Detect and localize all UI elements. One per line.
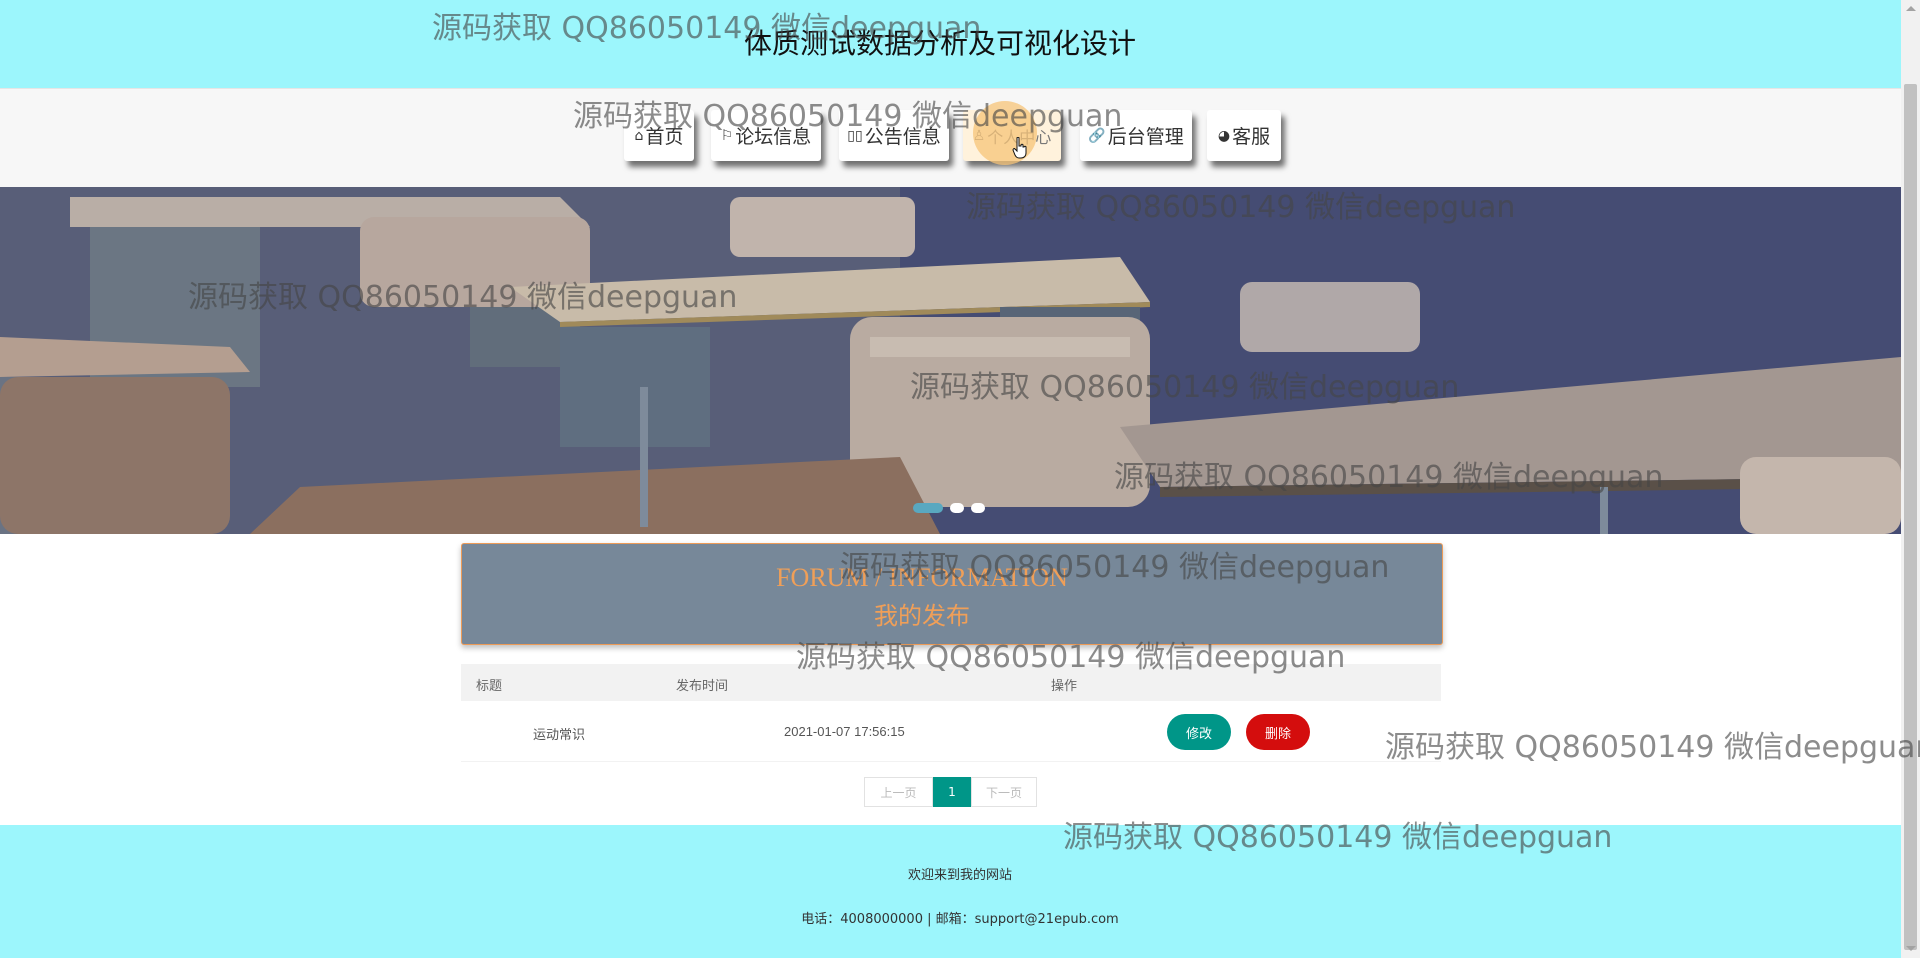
nav-service[interactable]: ◕ 客服 <box>1207 110 1281 161</box>
carousel-dot-1[interactable] <box>913 503 943 513</box>
column-actions: 操作 <box>1051 679 1078 694</box>
site-footer: 欢迎来到我的网站 电话：4008000000 | 邮箱：support@21ep… <box>0 825 1901 958</box>
row-publish-time: 2021-01-07 17:56:15 <box>784 724 905 739</box>
table-row: 运动常识 2021-01-07 17:56:15 修改 删除 <box>461 701 1441 762</box>
table-header: 标题 发布时间 操作 <box>461 664 1441 701</box>
nav-admin-label: 后台管理 <box>1107 126 1184 148</box>
delete-button[interactable]: 删除 <box>1246 714 1310 750</box>
site-title: 体质测试数据分析及可视化设计 <box>743 27 1136 60</box>
column-title: 标题 <box>476 679 503 694</box>
scrollbar-thumb[interactable] <box>1904 84 1917 950</box>
section-title-en: FORUM / INFORMATION <box>776 563 1068 592</box>
watermark-text: 源码获取 QQ86050149 微信deepguan <box>1385 730 1920 765</box>
site-header: 体质测试数据分析及可视化设计 <box>0 0 1901 88</box>
footer-welcome: 欢迎来到我的网站 <box>907 868 1012 883</box>
my-posts-table: 标题 发布时间 操作 运动常识 2021-01-07 17:56:15 修改 删… <box>461 664 1441 762</box>
row-title[interactable]: 运动常识 <box>533 724 585 743</box>
nav-forum-label: 论坛信息 <box>735 126 812 148</box>
carousel-indicators <box>913 503 985 513</box>
next-page-button[interactable]: 下一页 <box>971 777 1037 807</box>
nav-notice-label: 公告信息 <box>864 126 941 148</box>
classroom-banner-image <box>0 187 1901 534</box>
nav-notice[interactable]: ▯▯ 公告信息 <box>839 110 949 161</box>
pagination: 上一页 1 下一页 <box>864 777 1037 807</box>
carousel-dot-3[interactable] <box>971 503 985 513</box>
nav-service-label: 客服 <box>1232 126 1271 148</box>
banner-carousel <box>0 187 1901 534</box>
column-publish-time: 发布时间 <box>676 679 729 694</box>
nav-admin[interactable]: 🔗 后台管理 <box>1080 110 1192 161</box>
flag-icon: ⚐ <box>720 127 734 144</box>
scroll-up-arrow-icon[interactable] <box>1906 6 1916 11</box>
section-title-cn: 我的发布 <box>874 602 970 630</box>
main-nav: ⌂首页 ⚐论坛信息 ▯▯公告信息 ♙个人中心 🔗后台管理 ◕客服 <box>0 88 1901 188</box>
nav-forum[interactable]: ⚐ 论坛信息 <box>711 110 821 161</box>
footer-contact: 电话：4008000000 | 邮箱：support@21epub.com <box>801 912 1119 927</box>
carousel-dot-2[interactable] <box>950 503 964 513</box>
home-icon: ⌂ <box>634 127 644 144</box>
scroll-down-arrow-icon[interactable] <box>1906 946 1916 951</box>
nav-home[interactable]: ⌂ 首页 <box>624 110 694 161</box>
service-icon: ◕ <box>1217 127 1231 144</box>
prev-page-button[interactable]: 上一页 <box>864 777 933 807</box>
page-scrollbar[interactable] <box>1901 0 1920 958</box>
megaphone-icon: ▯▯ <box>847 127 863 144</box>
nav-home-label: 首页 <box>645 126 684 148</box>
link-icon: 🔗 <box>1088 127 1106 144</box>
page-1-button[interactable]: 1 <box>933 777 971 807</box>
hand-cursor-icon <box>1012 137 1027 159</box>
section-header: FORUM / INFORMATION 我的发布 <box>461 543 1443 645</box>
edit-button[interactable]: 修改 <box>1167 714 1231 750</box>
